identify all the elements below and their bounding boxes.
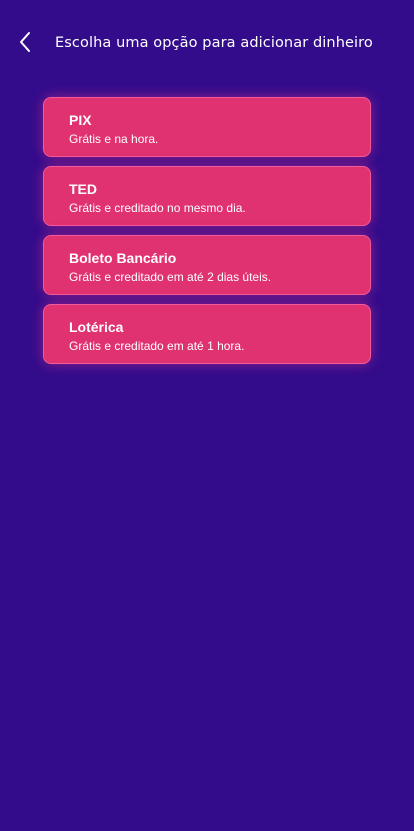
option-title: PIX <box>69 112 92 128</box>
option-ted[interactable]: TED Grátis e creditado no mesmo dia. <box>43 166 371 226</box>
option-pix[interactable]: PIX Grátis e na hora. <box>43 97 371 157</box>
header: Escolha uma opção para adicionar dinheir… <box>0 0 414 90</box>
chevron-left-icon <box>18 31 32 58</box>
option-description: Grátis e creditado em até 2 dias úteis. <box>69 270 272 284</box>
back-button[interactable] <box>12 30 38 58</box>
option-description: Grátis e creditado em até 1 hora. <box>69 339 245 353</box>
option-description: Grátis e na hora. <box>69 132 159 146</box>
option-title: TED <box>69 181 97 197</box>
option-title: Lotérica <box>69 319 124 335</box>
option-title: Boleto Bancário <box>69 250 177 266</box>
option-description: Grátis e creditado no mesmo dia. <box>69 201 246 215</box>
add-money-options-list: PIX Grátis e na hora. TED Grátis e credi… <box>43 97 371 373</box>
option-loterica[interactable]: Lotérica Grátis e creditado em até 1 hor… <box>43 304 371 364</box>
page-title: Escolha uma opção para adicionar dinheir… <box>55 35 373 51</box>
option-boleto-bancario[interactable]: Boleto Bancário Grátis e creditado em at… <box>43 235 371 295</box>
